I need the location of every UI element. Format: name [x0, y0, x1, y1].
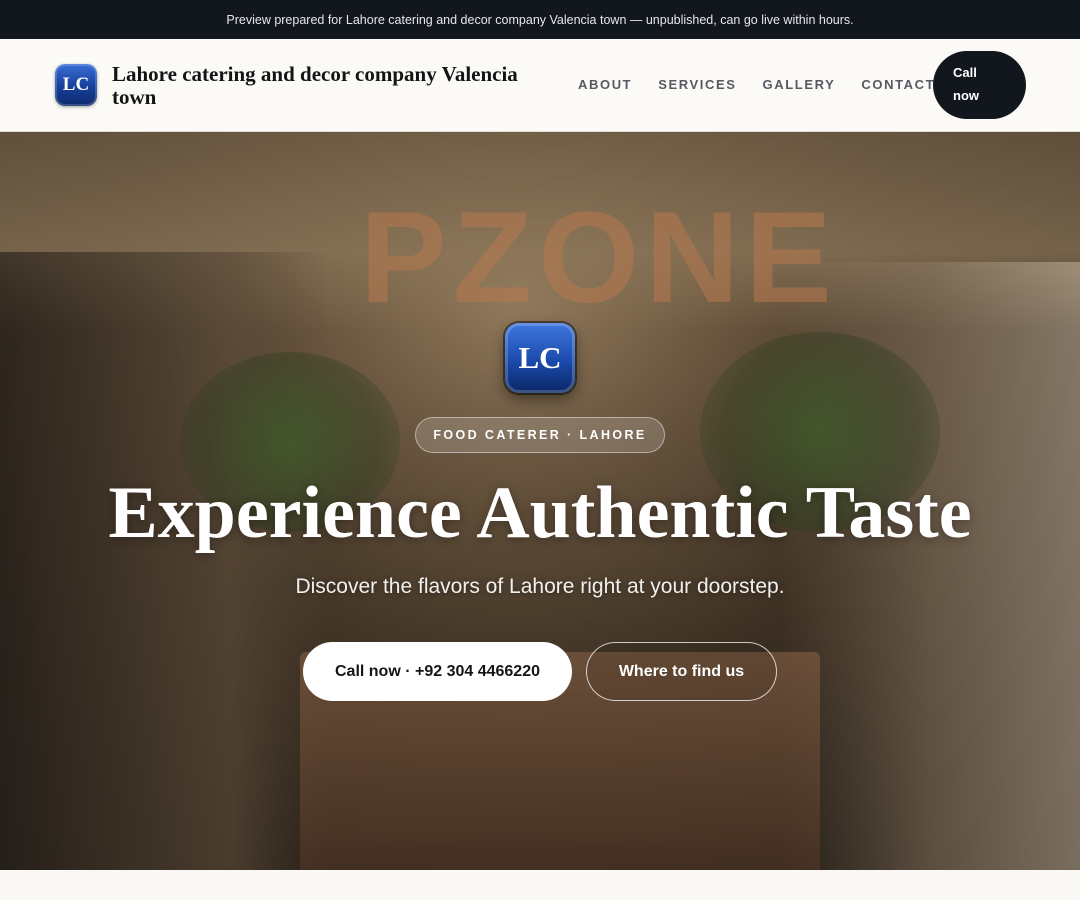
call-now-button[interactable]: Call now · +92 304 4466220 [303, 642, 572, 701]
preview-banner-text: Preview prepared for Lahore catering and… [226, 12, 854, 27]
hero-title: Experience Authentic Taste [108, 472, 972, 554]
hero-bg-left-wall [0, 252, 330, 870]
category-badge: FOOD CATERER · LAHORE [415, 417, 665, 453]
header-call-button[interactable]: Call now [933, 51, 1026, 119]
brand-name[interactable]: Lahore catering and decor company Valenc… [112, 63, 562, 109]
brand-logo-text: LC [62, 74, 90, 95]
main-nav: ABOUT SERVICES GALLERY CONTACT [578, 77, 935, 92]
site-header: LC Lahore catering and decor company Val… [0, 39, 1080, 132]
nav-services[interactable]: SERVICES [658, 77, 736, 92]
next-section-edge [0, 870, 1080, 900]
hero-logo-icon: LC [505, 323, 575, 393]
hero-logo-text: LC [518, 340, 562, 375]
nav-about[interactable]: ABOUT [578, 77, 632, 92]
nav-contact[interactable]: CONTACT [861, 77, 935, 92]
brand-logo-icon[interactable]: LC [55, 64, 97, 106]
find-us-button[interactable]: Where to find us [586, 642, 777, 701]
nav-gallery[interactable]: GALLERY [763, 77, 836, 92]
hero-bg-sign: PZONE [360, 184, 838, 330]
hero-subtitle: Discover the flavors of Lahore right at … [295, 575, 785, 598]
preview-banner: Preview prepared for Lahore catering and… [0, 0, 1080, 39]
